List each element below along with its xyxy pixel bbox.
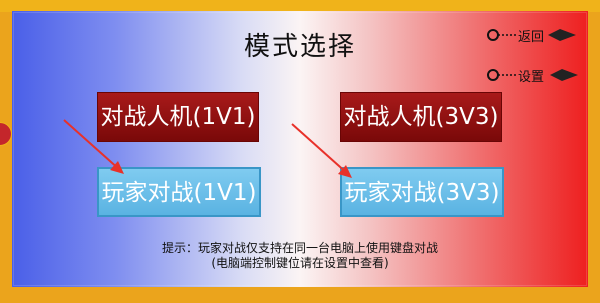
left-arrow-icon <box>63 119 124 174</box>
settings-label: 设置 <box>518 70 545 85</box>
back-button[interactable]: 返回 <box>486 26 576 45</box>
hint-line-2: (电脑端控制键位请在设置中查看) <box>211 256 389 270</box>
back-label: 返回 <box>518 30 545 45</box>
side-tab-handle[interactable] <box>0 122 12 146</box>
right-arrow-icon <box>291 123 352 178</box>
settings-button[interactable]: 设置 <box>486 66 578 85</box>
hint-line-1: 提示：玩家对战仅支持在同一台电脑上使用键盘对战 <box>161 241 438 255</box>
